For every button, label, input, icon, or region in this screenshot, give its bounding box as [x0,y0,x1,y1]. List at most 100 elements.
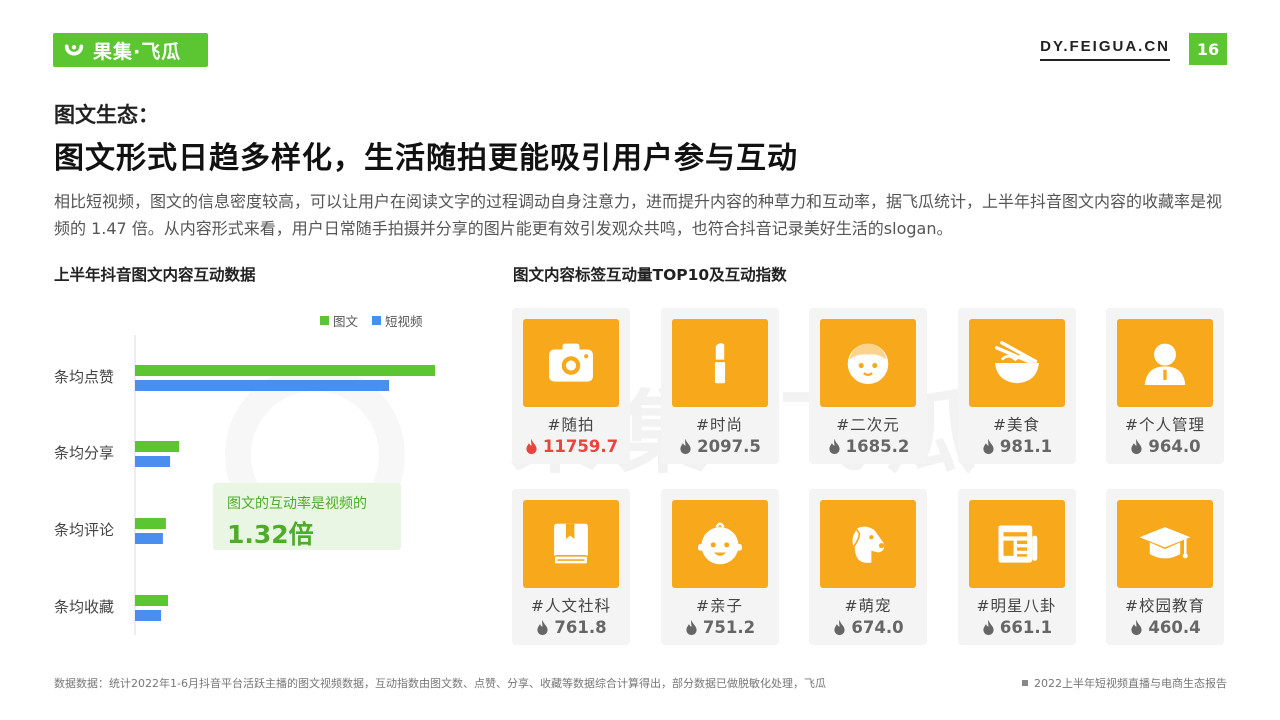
tag-card[interactable]: #萌宠 674.0 [809,489,927,645]
tag-score-value: 11759.7 [542,437,619,456]
bar-graphic [135,595,168,606]
tag-card[interactable]: #美食 981.1 [957,308,1076,464]
tag-icon-box [523,319,619,407]
baby-face-icon [697,522,742,565]
logo-mark-icon [64,44,84,56]
callout-text: 图文的互动率是视频的 [227,496,367,512]
site-url[interactable]: DY.FEIGUA.CN [1040,38,1170,61]
tag-icon-box [968,500,1065,588]
tag-score: 751.2 [661,618,779,637]
graduation-cap-icon [1139,527,1191,559]
tag-name: #人文社科 [531,597,611,615]
tag-score: 981.1 [958,437,1076,456]
footer-source: 数据数据：统计2022年1-6月抖音平台活跃主播的图文视频数据，互动指数由图文数… [54,677,826,690]
tag-card[interactable]: #二次元 1685.2 [809,308,927,464]
legend-item-graphic: 图文 [320,311,358,330]
tag-name: #校园教育 [1125,597,1205,615]
tag-icon-box [523,500,619,588]
page-description: 相比短视频，图文的信息密度较高，可以让用户在阅读文字的过程调动自身注意力，进而提… [54,192,1223,238]
page-number: 16 [1189,33,1227,65]
tag-card[interactable]: #个人管理 964.0 [1106,308,1224,464]
noodle-bowl-icon [994,341,1039,384]
camera-icon [549,343,593,382]
tag-name: #个人管理 [1125,416,1205,434]
tag-icon-box [671,319,768,407]
tag-score: 11759.7 [512,437,630,456]
flame-icon [1131,438,1142,455]
footer-report-title: 2022上半年短视频直播与电商生态报告 [1034,677,1227,690]
flame-icon [526,438,537,455]
page-title: 图文形式日趋多样化，生活随拍更能吸引用户参与互动 [54,141,798,176]
brand-logo[interactable]: 果集·飞瓜 [53,33,208,67]
bar-video [135,533,163,544]
bar-video [135,380,390,391]
category-label: 条均分享 [54,444,114,462]
bar-graphic [135,518,166,529]
bar-graphic [135,441,180,452]
tag-card[interactable]: #明星八卦 661.1 [957,489,1076,645]
tag-icon-box [820,500,916,588]
tag-score-value: 751.2 [702,618,756,637]
tag-score-value: 661.1 [999,618,1053,637]
flame-icon [686,619,697,636]
person-icon [1144,343,1186,385]
legend-label: 短视频 [385,314,423,329]
tag-name: #随拍 [547,416,595,434]
footer-report: 2022上半年短视频直播与电商生态报告 [1022,675,1227,691]
callout-value: 1.32倍 [227,520,314,549]
newspaper-icon [997,525,1037,563]
legend-swatch-graphic [320,316,329,325]
book-icon [553,523,589,566]
right-section-title: 图文内容标签互动量TOP10及互动指数 [513,266,787,284]
dog-icon [850,526,885,563]
tag-name: #时尚 [696,416,743,434]
tag-name: #亲子 [696,597,743,615]
tag-icon-box [968,319,1065,407]
tag-score-value: 964.0 [1148,437,1201,456]
anime-face-icon [847,343,889,385]
tag-score-value: 460.4 [1148,618,1201,637]
bar-video [135,610,162,621]
footer-square-icon [1022,680,1028,686]
tag-name: #明星八卦 [976,597,1057,615]
tag-icon-box [1117,500,1213,588]
tag-card[interactable]: #随拍 11759.7 [512,308,630,464]
tag-card[interactable]: #时尚 2097.5 [660,308,779,464]
section-subtitle: 图文生态： [54,103,159,127]
flame-icon [680,438,691,455]
tag-icon-box [820,319,916,407]
tag-icon-box [1117,319,1213,407]
tag-card[interactable]: #校园教育 460.4 [1106,489,1224,645]
tag-name: #萌宠 [844,597,892,615]
flame-icon [834,619,845,636]
legend-label: 图文 [333,314,359,329]
tag-score: 674.0 [809,618,927,637]
flame-icon [537,619,548,636]
flame-icon [983,619,994,636]
flame-icon [983,438,994,455]
bar-graphic [135,365,435,376]
category-label: 条均点赞 [54,368,114,386]
tag-name: #美食 [993,416,1040,434]
tag-card[interactable]: #人文社科 761.8 [512,489,630,645]
tag-card[interactable]: #亲子 751.2 [660,489,779,645]
chart-legend: 图文 短视频 [320,311,423,330]
flame-icon [829,438,840,455]
legend-swatch-video [372,316,382,325]
tag-score: 661.1 [958,618,1076,637]
tag-score: 761.8 [512,618,630,637]
ratio-callout: 图文的互动率是视频的 1.32倍 [213,483,401,550]
tag-score-value: 2097.5 [697,437,761,456]
tag-icon-box [671,500,768,588]
legend-item-video: 短视频 [372,311,423,330]
category-label: 条均收藏 [54,598,114,616]
tag-score: 2097.5 [661,437,779,456]
tag-score-value: 1685.2 [845,437,910,456]
left-section-title: 上半年抖音图文内容互动数据 [54,266,256,284]
tag-score-value: 674.0 [851,618,904,637]
flame-icon [1131,619,1142,636]
bar-video [135,456,171,467]
tag-score-value: 761.8 [554,618,607,637]
lipstick-icon [713,343,726,384]
tag-score-value: 981.1 [999,437,1053,456]
